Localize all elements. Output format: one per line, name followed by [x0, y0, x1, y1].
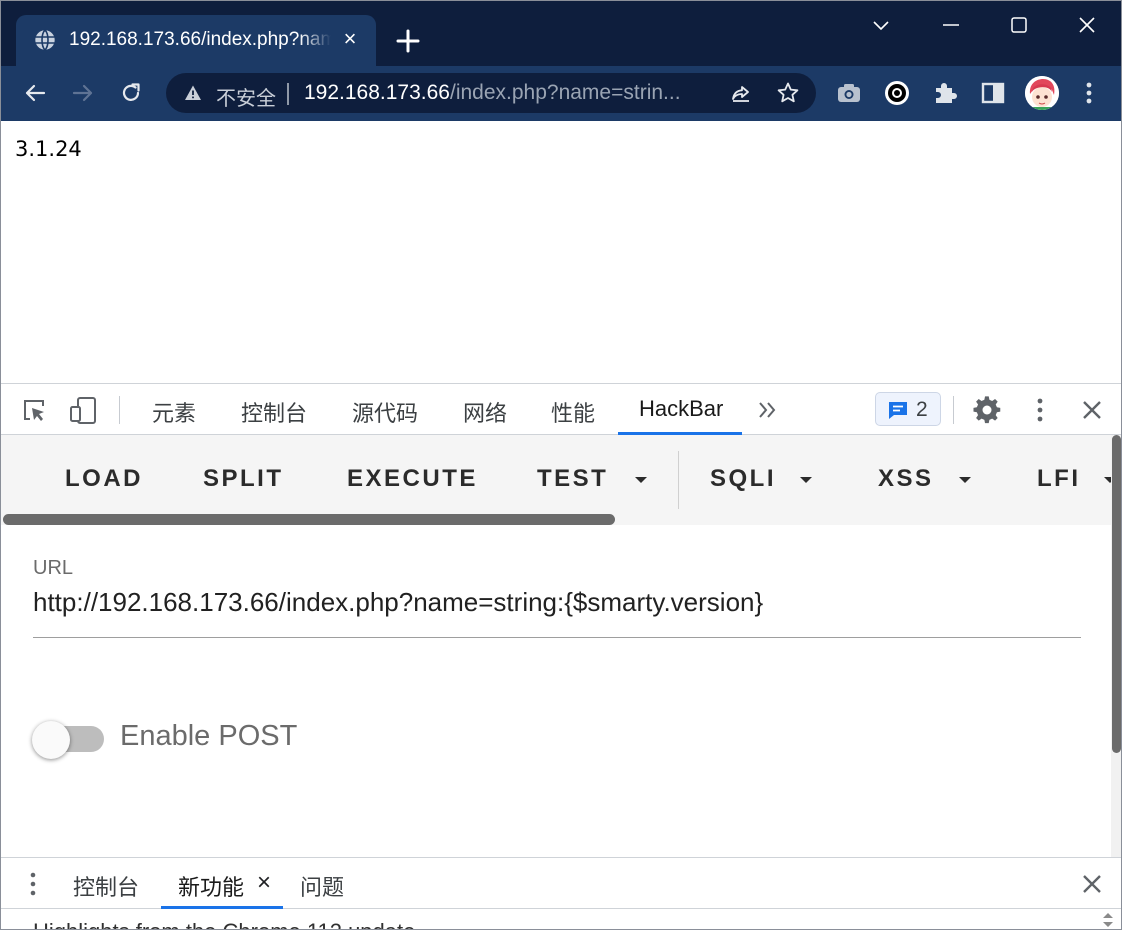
- tab-title: 192.168.173.66/index.php?name=string:{$s…: [69, 29, 331, 50]
- devtools-tab-bar: 元素 控制台 源代码 网络 性能 HackBar 2: [1, 383, 1121, 435]
- load-button[interactable]: LOAD: [65, 465, 143, 493]
- test-dropdown-caret-icon[interactable]: [635, 477, 647, 483]
- page-viewport: 3.1.24: [1, 121, 1121, 383]
- close-window-button[interactable]: [1067, 11, 1107, 39]
- devtools-drawer-tab-bar: 控制台 新功能 × 问题: [1, 857, 1121, 909]
- extension-ring-icon[interactable]: [882, 78, 912, 108]
- inspect-element-icon[interactable]: [19, 395, 49, 425]
- maximize-button[interactable]: [999, 11, 1039, 39]
- drawer-tab-issues[interactable]: 问题: [300, 870, 344, 902]
- issues-count: 2: [916, 398, 928, 421]
- lfi-menu-button[interactable]: LFI: [1037, 465, 1081, 493]
- drawer-menu-kebab-icon[interactable]: [21, 870, 45, 898]
- minimize-button[interactable]: [931, 11, 971, 39]
- xss-dropdown-caret-icon[interactable]: [959, 477, 971, 483]
- drawer-tab-console[interactable]: 控制台: [73, 870, 139, 902]
- side-panel-icon[interactable]: [978, 78, 1008, 108]
- sqli-dropdown-caret-icon[interactable]: [800, 477, 812, 483]
- extensions-puzzle-icon[interactable]: [930, 78, 960, 108]
- enable-post-label: Enable POST: [120, 720, 298, 752]
- close-tab-icon[interactable]: ×: [257, 869, 271, 897]
- drawer-tab-whats-new[interactable]: 新功能: [178, 870, 244, 902]
- forward-button[interactable]: [67, 77, 99, 109]
- chevron-down-icon: [873, 21, 889, 31]
- device-toolbar-icon[interactable]: [68, 395, 98, 425]
- page-output-text: 3.1.24: [15, 137, 82, 161]
- toolbar-divider: [119, 396, 120, 424]
- reload-button[interactable]: [115, 77, 147, 109]
- url-path: /index.php?name=strin...: [449, 81, 681, 104]
- drawer-content: Highlights from the Chrome 112 update: [1, 909, 1121, 929]
- issues-badge-button[interactable]: 2: [875, 392, 941, 426]
- arrow-left-icon: [25, 84, 46, 102]
- reload-icon: [122, 83, 140, 101]
- tab-network[interactable]: 网络: [463, 396, 507, 428]
- xss-menu-button[interactable]: XSS: [878, 465, 934, 493]
- new-tab-plus-icon[interactable]: [394, 27, 422, 55]
- close-devtools-icon[interactable]: [1077, 395, 1107, 425]
- arrow-right-icon: [72, 84, 93, 102]
- close-icon: [1079, 17, 1095, 33]
- toolbar-divider: [953, 396, 954, 424]
- url-input[interactable]: http://192.168.173.66/index.php?name=str…: [33, 587, 763, 618]
- scroll-arrows-icon[interactable]: [1101, 911, 1115, 929]
- url-host: 192.168.173.66: [304, 81, 450, 104]
- hackbar-horizontal-scrollbar[interactable]: [3, 514, 615, 525]
- split-button[interactable]: SPLIT: [203, 465, 284, 493]
- minimize-icon: [943, 24, 959, 26]
- message-icon: [889, 402, 907, 419]
- hackbar-vertical-scrollbar[interactable]: [1112, 435, 1121, 753]
- share-icon[interactable]: [729, 82, 753, 106]
- tab-close-button[interactable]: ×: [338, 27, 362, 51]
- browser-tab[interactable]: 192.168.173.66/index.php?name=string:{$s…: [16, 15, 376, 66]
- tab-console[interactable]: 控制台: [241, 396, 307, 428]
- whats-new-heading: Highlights from the Chrome 112 update: [33, 919, 415, 929]
- browser-window: 192.168.173.66/index.php?name=string:{$s…: [0, 0, 1122, 930]
- tab-search-button[interactable]: [861, 11, 901, 39]
- hackbar-toolbar: LOAD SPLIT EXECUTE TEST SQLI XSS LFI: [1, 435, 1116, 525]
- profile-avatar[interactable]: [1025, 76, 1059, 110]
- close-drawer-icon[interactable]: [1077, 869, 1107, 899]
- bookmark-star-icon[interactable]: [776, 81, 800, 105]
- url-field-label: URL: [33, 557, 74, 579]
- execute-button[interactable]: EXECUTE: [347, 465, 478, 493]
- tab-elements[interactable]: 元素: [152, 396, 196, 428]
- menu-kebab-icon[interactable]: [1074, 78, 1104, 108]
- address-url[interactable]: 192.168.173.66/index.php?name=strin...: [304, 81, 714, 105]
- not-secure-label[interactable]: 不安全: [216, 82, 276, 111]
- back-button[interactable]: [19, 77, 51, 109]
- title-bar: 192.168.173.66/index.php?name=string:{$s…: [1, 1, 1121, 66]
- enable-post-switch-thumb[interactable]: [32, 721, 70, 759]
- test-menu-button[interactable]: TEST: [537, 465, 608, 493]
- globe-icon: [34, 29, 56, 51]
- tab-sources[interactable]: 源代码: [352, 396, 418, 428]
- browser-toolbar: 不安全 192.168.173.66/index.php?name=strin.…: [1, 66, 1121, 121]
- url-input-underline: [33, 637, 1081, 638]
- maximize-icon: [1011, 17, 1027, 33]
- address-divider: [287, 83, 289, 105]
- warning-icon: [185, 85, 201, 100]
- tab-performance[interactable]: 性能: [551, 396, 595, 428]
- gear-icon[interactable]: [972, 395, 1002, 425]
- camera-icon[interactable]: [834, 78, 864, 108]
- avatar-image: [1025, 76, 1059, 110]
- devtools-menu-kebab-icon[interactable]: [1025, 395, 1055, 425]
- hackbar-divider: [678, 451, 679, 509]
- tab-hackbar[interactable]: HackBar: [639, 396, 723, 422]
- sqli-menu-button[interactable]: SQLI: [710, 465, 776, 493]
- more-tabs-chevron-icon[interactable]: [753, 395, 783, 425]
- address-bar[interactable]: 不安全 192.168.173.66/index.php?name=strin.…: [166, 73, 816, 113]
